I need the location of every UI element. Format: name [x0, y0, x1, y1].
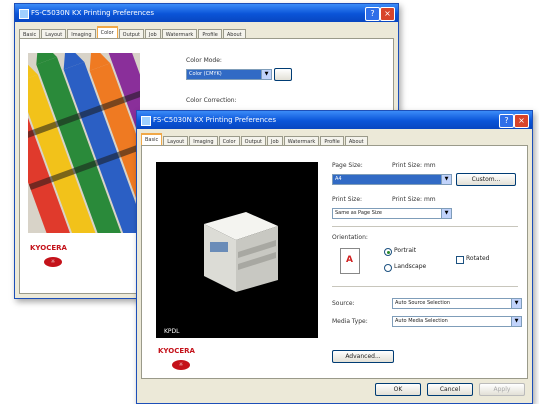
page-size-units: Print Size: mm — [392, 162, 436, 169]
front-window-title: FS-C5030N KX Printing Preferences — [153, 116, 276, 124]
print-size-value: Same as Page Size — [335, 210, 382, 216]
front-tab-about[interactable]: About — [344, 136, 368, 145]
source-select[interactable]: Auto Source Selection ▼ — [392, 298, 522, 309]
media-type-value: Auto Media Selection — [395, 318, 448, 324]
front-tab-job[interactable]: Job — [267, 136, 283, 145]
back-title-bar[interactable]: FS-C5030N KX Printing Preferences ? × — [15, 4, 398, 22]
print-size-select[interactable]: Same as Page Size ▼ — [332, 208, 452, 219]
page-size-value: A4 — [335, 176, 342, 182]
ok-button[interactable]: OK — [375, 383, 421, 396]
back-tab-basic[interactable]: Basic — [19, 29, 41, 38]
section-divider — [332, 226, 518, 227]
back-tab-about[interactable]: About — [222, 29, 246, 38]
printer-icon — [19, 9, 29, 19]
color-correction-label: Color Correction: — [186, 97, 237, 104]
front-logo-badge: ☼ — [172, 360, 190, 370]
landscape-label: Landscape — [394, 263, 427, 270]
close-icon[interactable]: × — [380, 7, 395, 21]
color-mode-value: Color (CMYK) — [189, 71, 222, 77]
printer-preview: KPDL — [156, 162, 318, 338]
front-tab-layout[interactable]: Layout — [163, 136, 189, 145]
orientation-preview-icon: A — [340, 248, 360, 274]
chevron-down-icon[interactable]: ▼ — [441, 209, 451, 218]
front-tab-profile[interactable]: Profile — [320, 136, 344, 145]
back-tab-job[interactable]: Job — [145, 29, 161, 38]
landscape-radio[interactable] — [384, 264, 392, 272]
front-tab-output[interactable]: Output — [240, 136, 267, 145]
portrait-radio[interactable] — [384, 248, 392, 256]
front-tab-watermark[interactable]: Watermark — [283, 136, 320, 145]
color-mode-select[interactable]: Color (CMYK) ▼ — [186, 69, 272, 80]
chevron-down-icon[interactable]: ▼ — [441, 175, 451, 184]
orientation-label: Orientation: — [332, 234, 368, 241]
portrait-label: Portrait — [394, 247, 417, 254]
back-kyocera-logo: KYOCERA ☼ — [30, 243, 74, 273]
crayons-image — [28, 53, 140, 233]
print-size-units: Print Size: mm — [392, 196, 436, 203]
chevron-down-icon[interactable]: ▼ — [261, 70, 271, 79]
rotated-checkbox[interactable] — [456, 256, 464, 264]
printer-emulation-label: KPDL — [164, 328, 180, 335]
printer-icon — [141, 116, 151, 126]
color-mode-label: Color Mode: — [186, 57, 222, 64]
back-tab-watermark[interactable]: Watermark — [161, 29, 198, 38]
front-tab-panel: KPDL KYOCERA ☼ Page Size: Print Size: mm… — [141, 145, 528, 379]
back-tab-output[interactable]: Output — [118, 29, 145, 38]
front-logo-text: KYOCERA — [158, 347, 195, 355]
page-size-label: Page Size: — [332, 162, 363, 169]
media-type-select[interactable]: Auto Media Selection ▼ — [392, 316, 522, 327]
advanced-button[interactable]: Advanced... — [332, 350, 394, 363]
front-tab-strip: Basic Layout Imaging Color Output Job Watermar… — [141, 133, 528, 145]
close-icon[interactable]: × — [514, 114, 529, 128]
chevron-down-icon[interactable]: ▼ — [511, 299, 521, 308]
help-icon[interactable]: ? — [499, 114, 514, 128]
color-mode-options-button[interactable] — [274, 68, 292, 81]
source-value: Auto Source Selection — [395, 300, 451, 306]
print-size-label: Print Size: — [332, 196, 363, 203]
back-logo-text: KYOCERA — [30, 244, 67, 252]
front-tab-basic[interactable]: Basic — [141, 133, 163, 145]
front-tab-color[interactable]: Color — [218, 136, 240, 145]
front-dialog-window: FS-C5030N KX Printing Preferences ? × Ba… — [136, 110, 533, 404]
cancel-button[interactable]: Cancel — [427, 383, 473, 396]
page-size-select[interactable]: A4 ▼ — [332, 174, 452, 185]
section-divider — [332, 286, 518, 287]
front-tab-imaging[interactable]: Imaging — [189, 136, 218, 145]
back-tab-layout[interactable]: Layout — [41, 29, 67, 38]
back-tab-profile[interactable]: Profile — [198, 29, 222, 38]
back-tab-imaging[interactable]: Imaging — [67, 29, 96, 38]
back-tab-color[interactable]: Color — [96, 26, 118, 38]
front-title-bar[interactable]: FS-C5030N KX Printing Preferences ? × — [137, 111, 532, 129]
back-logo-badge: ☼ — [44, 257, 62, 267]
back-tab-strip: Basic Layout Imaging Color Output Job Watermar… — [19, 26, 394, 38]
printer-image — [204, 212, 278, 292]
source-label: Source: — [332, 300, 355, 307]
back-window-title: FS-C5030N KX Printing Preferences — [31, 9, 154, 17]
help-icon[interactable]: ? — [365, 7, 380, 21]
rotated-label: Rotated — [466, 255, 490, 262]
chevron-down-icon[interactable]: ▼ — [511, 317, 521, 326]
custom-button[interactable]: Custom... — [456, 173, 516, 186]
media-type-label: Media Type: — [332, 318, 368, 325]
front-kyocera-logo: KYOCERA ☼ — [158, 346, 202, 376]
apply-button[interactable]: Apply — [479, 383, 525, 396]
